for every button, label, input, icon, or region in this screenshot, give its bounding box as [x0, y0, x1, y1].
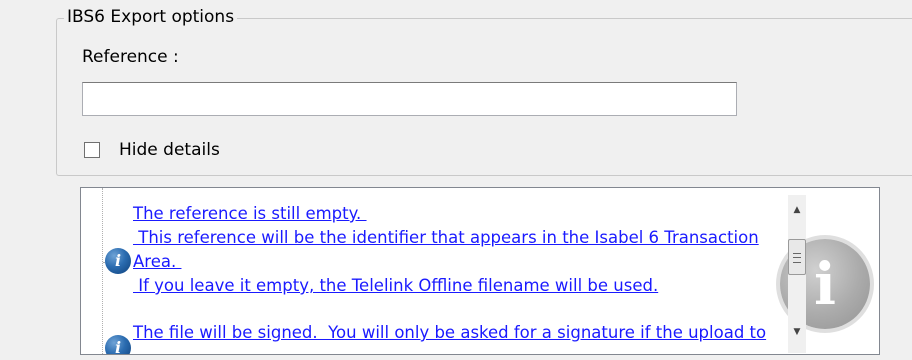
- message-line: The reference is still empty.: [133, 204, 367, 223]
- message-reference-empty[interactable]: The reference is still empty. This refer…: [133, 202, 868, 298]
- message-file-signed[interactable]: The file will be signed. You will only b…: [133, 321, 868, 345]
- message-line: The file will be signed. You will only b…: [133, 323, 767, 342]
- messages-scrollbar[interactable]: ▲ ▼: [788, 195, 806, 353]
- grip-icon: [793, 253, 801, 263]
- messages-panel: i The reference is still empty. This ref…: [80, 187, 880, 355]
- scroll-thumb[interactable]: [788, 239, 806, 275]
- message-line: If you leave it empty, the Telelink Offl…: [133, 276, 659, 295]
- message-line: Area.: [133, 252, 182, 271]
- tree-line: [102, 188, 103, 354]
- scroll-up-arrow-icon[interactable]: ▲: [788, 201, 806, 219]
- message-line: This reference will be the identifier th…: [133, 228, 759, 247]
- info-icon: i: [105, 248, 131, 274]
- scroll-down-arrow-icon[interactable]: ▼: [788, 323, 806, 341]
- hide-details-label[interactable]: Hide details: [119, 139, 220, 161]
- hide-details-checkbox[interactable]: [84, 142, 100, 158]
- reference-label: Reference :: [82, 47, 179, 67]
- info-icon: i: [105, 335, 131, 354]
- group-title: IBS6 Export options: [64, 6, 238, 28]
- reference-input[interactable]: [82, 82, 737, 116]
